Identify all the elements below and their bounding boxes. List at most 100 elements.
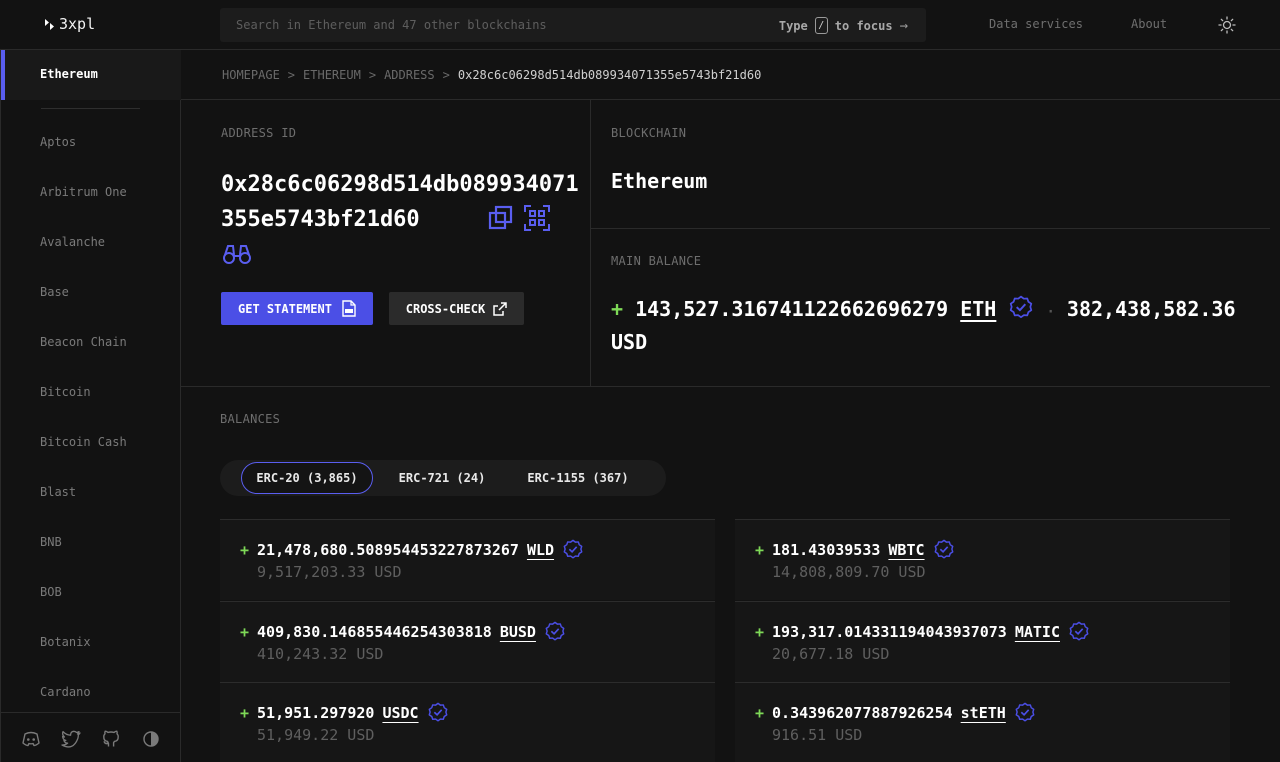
token-symbol-link[interactable]: stETH: [961, 704, 1006, 722]
token-symbol-link[interactable]: MATIC: [1015, 623, 1060, 641]
divider: [591, 228, 1270, 229]
token-symbol-link[interactable]: WBTC: [888, 541, 924, 559]
logo[interactable]: 3xpl: [44, 15, 95, 33]
positive-sign: +: [611, 297, 624, 321]
token-amount-row: + 181.43039533 WBTC: [755, 539, 955, 561]
positive-sign: +: [240, 704, 250, 722]
sidebar-item-bitcoin-cash[interactable]: Bitcoin Cash: [40, 435, 127, 449]
tab-erc721[interactable]: ERC-721 (24): [384, 462, 500, 494]
search-hint: Type / to focus →: [779, 17, 908, 34]
theme-contrast-icon[interactable]: [141, 730, 161, 748]
verified-badge-icon: [1010, 295, 1033, 319]
main-balance: + 143,527.316741122662696279 ETH · 382,4…: [611, 294, 1256, 357]
token-amount: 0.343962077887926254: [772, 704, 953, 722]
token-balance-card: + 193,317.014331194043937073 MATIC 20,67…: [735, 601, 1230, 682]
sidebar-divider: [41, 108, 140, 109]
token-amount-row: + 21,478,680.508954453227873267 WLD: [240, 539, 584, 561]
sidebar-item-botanix[interactable]: Botanix: [40, 635, 91, 649]
breadcrumb-separator: >: [442, 68, 450, 82]
breadcrumb: HOMEPAGE > ETHEREUM > ADDRESS > 0x28c6c0…: [222, 68, 761, 82]
arrow-right-icon: →: [899, 17, 908, 34]
get-statement-label: GET STATEMENT: [238, 301, 332, 316]
get-statement-button[interactable]: GET STATEMENT: [221, 292, 373, 325]
breadcrumb-separator: >: [287, 68, 296, 82]
verified-badge-icon: [1015, 702, 1035, 722]
nav-data-services[interactable]: Data services: [989, 17, 1083, 31]
main-balance-amount: 143,527.316741122662696279: [635, 297, 949, 321]
sidebar-item-bitcoin[interactable]: Bitcoin: [40, 385, 91, 399]
breadcrumb-home[interactable]: HOMEPAGE: [222, 68, 280, 82]
token-amount-row: + 193,317.014331194043937073 MATIC: [755, 621, 1090, 643]
logo-icon: [45, 18, 54, 30]
token-usd-value: 14,808,809.70 USD: [772, 563, 926, 581]
sidebar-item-label: Ethereum: [40, 67, 98, 81]
tab-erc1155[interactable]: ERC-1155 (367): [512, 462, 644, 494]
search-hint-prefix: Type: [778, 18, 808, 33]
breadcrumb-separator: >: [368, 68, 377, 82]
search-hint-suffix: to focus: [834, 18, 893, 33]
token-symbol-link[interactable]: WLD: [527, 541, 554, 559]
positive-sign: +: [755, 541, 765, 559]
sidebar-item-beacon-chain[interactable]: Beacon Chain: [40, 335, 127, 349]
token-amount-row: + 0.343962077887926254 stETH: [755, 702, 1036, 724]
sidebar-footer: [1, 712, 181, 762]
verified-badge-icon: [1069, 621, 1089, 641]
sidebar-item-avalanche[interactable]: Avalanche: [40, 235, 105, 249]
sidebar-item-arbitrum-one[interactable]: Arbitrum One: [40, 185, 127, 199]
token-balance-card: + 51,951.297920 USDC 51,949.22 USD: [220, 682, 715, 762]
token-usd-value: 20,677.18 USD: [772, 645, 890, 663]
token-balance-card: + 21,478,680.508954453227873267 WLD 9,51…: [220, 519, 715, 600]
breadcrumb-section[interactable]: ADDRESS: [384, 68, 435, 82]
address-label: ADDRESS ID: [221, 126, 297, 140]
cross-check-label: CROSS-CHECK: [405, 301, 486, 316]
divider: [181, 99, 1280, 100]
sidebar-item-blast[interactable]: Blast: [40, 485, 76, 499]
sidebar: Ethereum Aptos Arbitrum One Avalanche Ba…: [0, 50, 181, 762]
token-symbol-link[interactable]: BUSD: [500, 623, 536, 641]
token-usd-value: 9,517,203.33 USD: [257, 563, 402, 581]
main-balance-usd-unit: USD: [611, 330, 648, 354]
pdf-file-icon: [342, 300, 356, 317]
search-input[interactable]: [236, 8, 756, 42]
sidebar-item-bnb[interactable]: BNB: [40, 535, 62, 549]
token-usd-value: 51,949.22 USD: [257, 726, 375, 744]
binoculars-icon[interactable]: [222, 243, 252, 265]
sidebar-item-ethereum[interactable]: Ethereum: [1, 50, 181, 100]
token-balance-card: + 409,830.146855446254303818 BUSD 410,24…: [220, 601, 715, 682]
sun-icon[interactable]: [1218, 16, 1236, 34]
sidebar-item-cardano[interactable]: Cardano: [40, 685, 91, 699]
sidebar-item-bob[interactable]: BOB: [40, 585, 62, 599]
sidebar-item-base[interactable]: Base: [40, 285, 69, 299]
token-balance-card: + 0.343962077887926254 stETH 916.51 USD: [735, 682, 1230, 762]
logo-text: 3xpl: [59, 15, 96, 33]
separator-dot: ·: [1046, 304, 1055, 320]
main-balance-symbol[interactable]: ETH: [960, 297, 996, 321]
nav-about[interactable]: About: [1131, 17, 1167, 31]
token-standard-tabs: ERC-20 (3,865) ERC-721 (24) ERC-1155 (36…: [220, 460, 666, 496]
github-icon[interactable]: [101, 730, 121, 748]
sidebar-item-aptos[interactable]: Aptos: [40, 135, 76, 149]
copy-icon[interactable]: [488, 205, 514, 231]
external-link-icon: [493, 301, 507, 316]
token-balance-card: + 181.43039533 WBTC 14,808,809.70 USD: [735, 519, 1230, 600]
token-symbol-link[interactable]: USDC: [382, 704, 418, 722]
positive-sign: +: [240, 541, 250, 559]
divider: [590, 100, 591, 386]
discord-icon[interactable]: [21, 730, 41, 748]
twitter-icon[interactable]: [61, 730, 81, 748]
slash-key: /: [814, 17, 828, 34]
tab-erc20[interactable]: ERC-20 (3,865): [241, 462, 373, 494]
search-bar[interactable]: Type / to focus →: [220, 8, 926, 42]
blockchain-label: BLOCKCHAIN: [611, 126, 687, 140]
token-amount-row: + 51,951.297920 USDC: [240, 702, 449, 724]
verified-badge-icon: [545, 621, 565, 641]
qr-code-icon[interactable]: [524, 205, 550, 231]
breadcrumb-chain[interactable]: ETHEREUM: [303, 68, 361, 82]
verified-badge-icon: [428, 702, 448, 722]
cross-check-button[interactable]: CROSS-CHECK: [389, 292, 524, 325]
token-amount: 409,830.146855446254303818: [257, 623, 492, 641]
token-amount-row: + 409,830.146855446254303818 BUSD: [240, 621, 566, 643]
balances-label: BALANCES: [220, 412, 281, 426]
active-indicator: [1, 50, 5, 100]
verified-badge-icon: [934, 539, 953, 559]
